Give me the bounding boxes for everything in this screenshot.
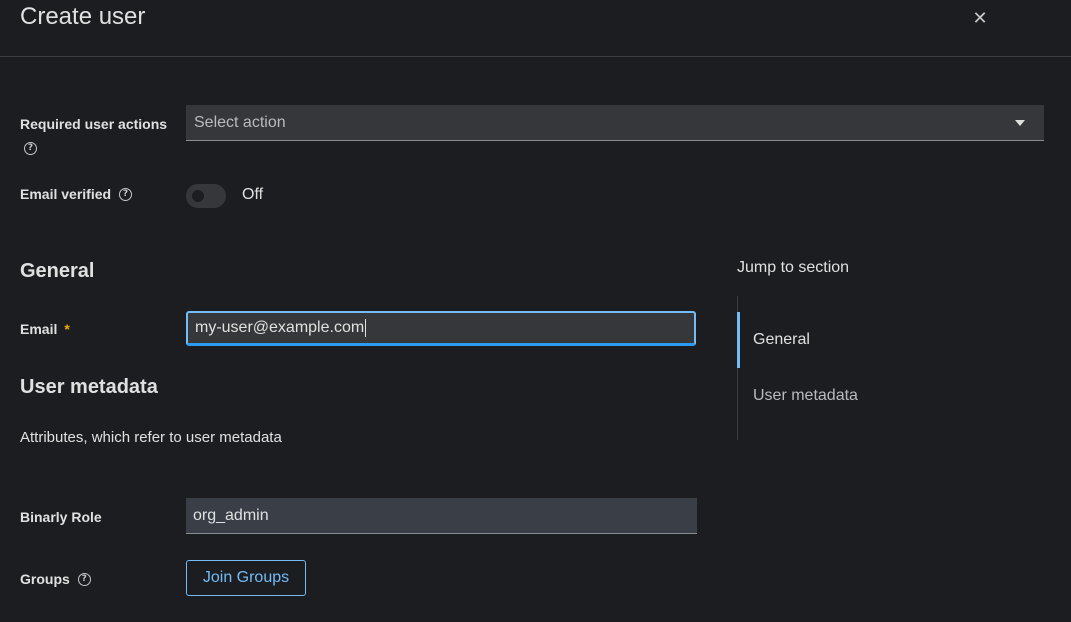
groups-label: Groups ?	[20, 571, 91, 587]
email-verified-state: Off	[242, 186, 264, 203]
email-label: Email *	[20, 321, 70, 337]
text-cursor	[365, 319, 367, 337]
required-actions-placeholder: Select action	[194, 114, 286, 131]
email-verified-label: Email verified ?	[20, 186, 133, 202]
email-label-text: Email	[20, 321, 58, 337]
required-actions-label: Required user actions	[20, 116, 167, 132]
required-actions-select[interactable]: Select action	[186, 105, 1044, 141]
page-header: Create user	[0, 0, 1071, 57]
email-field[interactable]: my-user@example.com	[186, 311, 696, 346]
toggle-knob	[192, 190, 204, 202]
user-metadata-section-title: User metadata	[20, 376, 158, 398]
help-circle-icon[interactable]: ?	[77, 572, 91, 586]
email-verified-label-text: Email verified	[20, 186, 112, 202]
help-circle-icon[interactable]: ?	[119, 187, 133, 201]
caret-down-icon[interactable]	[1012, 105, 1028, 141]
page-title: Create user	[20, 3, 146, 30]
join-groups-button[interactable]: Join Groups	[186, 560, 306, 596]
email-verified-toggle[interactable]	[186, 184, 226, 208]
jump-to-section-title: Jump to section	[737, 259, 850, 276]
binarly-role-label: Binarly Role	[20, 509, 102, 525]
groups-label-text: Groups	[20, 571, 70, 587]
help-circle-icon[interactable]: ?	[24, 142, 37, 155]
general-section-title: General	[20, 260, 95, 282]
binarly-role-label-text: Binarly Role	[20, 509, 102, 525]
jump-active-indicator	[737, 312, 740, 368]
user-metadata-description: Attributes, which refer to user metadata	[20, 429, 282, 446]
required-marker: *	[64, 321, 70, 337]
binarly-role-field[interactable]: org_admin	[186, 498, 697, 534]
binarly-role-value: org_admin	[193, 506, 269, 524]
jump-link-general[interactable]: General	[753, 331, 810, 349]
email-value: my-user@example.com	[195, 319, 365, 336]
jump-link-user-metadata[interactable]: User metadata	[753, 387, 858, 405]
close-icon[interactable]: ✕	[972, 0, 988, 36]
required-actions-label-text: Required user actions	[20, 116, 168, 132]
